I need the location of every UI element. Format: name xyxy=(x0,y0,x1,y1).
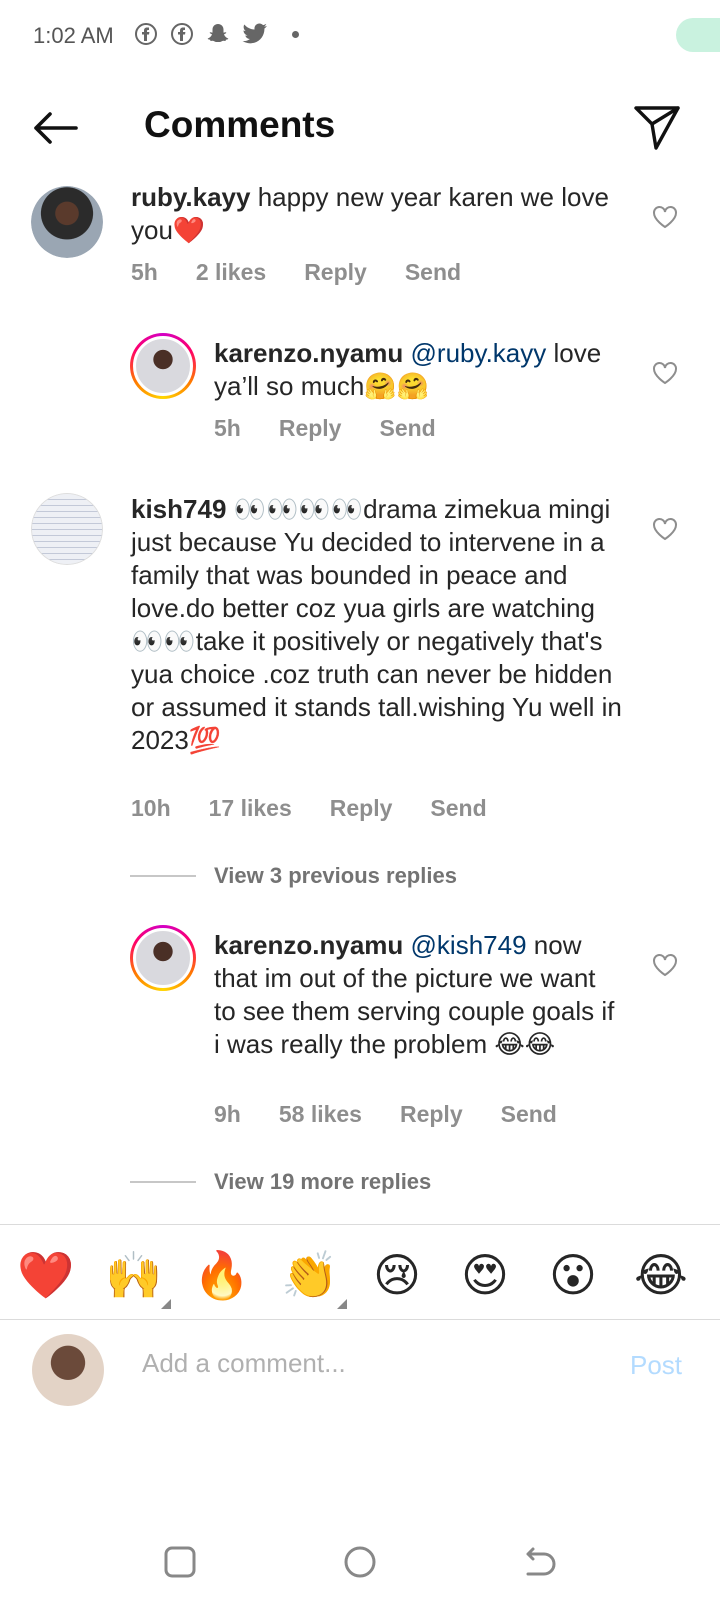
post-button[interactable]: Post xyxy=(630,1350,682,1381)
reaction-crying[interactable]: 😢 xyxy=(369,1247,425,1303)
comment-time: 10h xyxy=(131,795,171,821)
view-replies-label[interactable]: View 3 previous replies xyxy=(214,863,457,889)
comment-text: karenzo.nyamu @ruby.kayy love ya’ll so m… xyxy=(214,337,624,403)
comment-username[interactable]: ruby.kayy xyxy=(131,182,250,212)
comment-meta: 10h 17 likes Reply Send xyxy=(131,795,487,822)
send-button[interactable]: Send xyxy=(501,1101,557,1128)
avatar[interactable] xyxy=(31,186,103,258)
comment-emoji: 😂😂 xyxy=(494,1029,556,1059)
direct-message-icon[interactable] xyxy=(632,102,682,152)
comment-username[interactable]: karenzo.nyamu xyxy=(214,930,403,960)
comment-emoji: 💯 xyxy=(188,725,222,755)
send-button[interactable]: Send xyxy=(430,795,486,822)
view-previous-replies-button[interactable]: View 3 previous replies xyxy=(130,863,457,889)
comment-username[interactable]: kish749 xyxy=(131,494,226,524)
comment-text: ruby.kayy happy new year karen we love y… xyxy=(131,181,631,247)
quick-reactions-bar: ❤️ 🙌 🔥 👏 😢 😍 😮 😂 xyxy=(0,1224,720,1320)
variant-indicator-icon xyxy=(337,1299,347,1309)
view-replies-label[interactable]: View 19 more replies xyxy=(214,1169,431,1195)
like-heart-icon[interactable] xyxy=(652,361,678,385)
back-nav-icon[interactable] xyxy=(520,1542,560,1582)
reaction-heart-eyes[interactable]: 😍 xyxy=(457,1247,513,1303)
comment-input[interactable] xyxy=(142,1348,602,1379)
recents-icon[interactable] xyxy=(160,1542,200,1582)
twitter-icon xyxy=(242,23,267,44)
comment-meta: 5h 2 likes Reply Send xyxy=(131,259,461,286)
my-avatar xyxy=(32,1334,104,1406)
page-title: Comments xyxy=(144,104,336,145)
like-heart-icon[interactable] xyxy=(652,517,678,541)
comment-text: kish749 👀👀👀👀drama zimekua mingi just bec… xyxy=(131,493,631,757)
status-time: 1:02 AM xyxy=(33,23,114,48)
comment-meta: 9h 58 likes Reply Send xyxy=(214,1101,557,1128)
comment-likes[interactable]: 58 likes xyxy=(279,1101,362,1128)
like-heart-icon[interactable] xyxy=(652,205,678,229)
reaction-clapping-emoji: 👏 xyxy=(281,1248,339,1302)
comment-likes[interactable]: 17 likes xyxy=(209,795,292,822)
reaction-fire[interactable]: 🔥 xyxy=(193,1247,250,1303)
more-notifications-dot xyxy=(292,30,299,38)
divider-line xyxy=(130,1181,196,1183)
comment-content: 👀👀👀👀drama zimekua mingi just because Yu … xyxy=(131,494,622,755)
comment-text: karenzo.nyamu @kish749 now that im out o… xyxy=(214,929,624,1061)
status-bar: 1:02 AM xyxy=(0,0,720,72)
reply-button[interactable]: Reply xyxy=(400,1101,463,1128)
comment-emoji: ❤️ xyxy=(172,215,206,245)
comment-time: 9h xyxy=(214,1101,241,1127)
divider-line xyxy=(130,875,196,877)
battery-indicator xyxy=(676,18,720,52)
reaction-surprised[interactable]: 😮 xyxy=(545,1247,601,1303)
reaction-raising-hands-emoji: 🙌 xyxy=(105,1248,163,1302)
home-icon[interactable] xyxy=(340,1542,380,1582)
variant-indicator-icon xyxy=(161,1299,171,1309)
snapchat-icon xyxy=(207,24,229,42)
comment-username[interactable]: karenzo.nyamu xyxy=(214,338,403,368)
avatar[interactable] xyxy=(130,333,196,399)
reply-button[interactable]: Reply xyxy=(330,795,393,822)
comment-mention[interactable]: @kish749 xyxy=(411,930,527,960)
header: Comments xyxy=(0,92,720,162)
reaction-clapping[interactable]: 👏 xyxy=(281,1247,347,1309)
send-button[interactable]: Send xyxy=(405,259,461,286)
reply-button[interactable]: Reply xyxy=(304,259,367,286)
comment-emoji: 🤗🤗 xyxy=(364,371,430,401)
view-more-replies-button[interactable]: View 19 more replies xyxy=(130,1169,431,1195)
send-button[interactable]: Send xyxy=(379,415,435,442)
avatar[interactable] xyxy=(130,925,196,991)
facebook-icon xyxy=(171,23,193,45)
system-nav-bar xyxy=(0,1520,720,1612)
reaction-raising-hands[interactable]: 🙌 xyxy=(105,1247,171,1309)
reply-button[interactable]: Reply xyxy=(279,415,342,442)
like-heart-icon[interactable] xyxy=(652,953,678,977)
back-arrow-icon[interactable] xyxy=(28,106,82,150)
avatar[interactable] xyxy=(31,493,103,565)
reaction-heart[interactable]: ❤️ xyxy=(17,1247,74,1303)
comments-list[interactable]: ruby.kayy happy new year karen we love y… xyxy=(0,175,720,1223)
notification-icons xyxy=(134,22,299,46)
comment-mention[interactable]: @ruby.kayy xyxy=(411,338,547,368)
reaction-laughing[interactable]: 😂 xyxy=(633,1247,689,1303)
comment-time: 5h xyxy=(131,259,158,285)
comment-time: 5h xyxy=(214,415,241,441)
comment-meta: 5h Reply Send xyxy=(214,415,436,442)
facebook-icon xyxy=(135,23,157,45)
comment-composer: Post xyxy=(0,1322,720,1442)
comment-likes[interactable]: 2 likes xyxy=(196,259,266,286)
